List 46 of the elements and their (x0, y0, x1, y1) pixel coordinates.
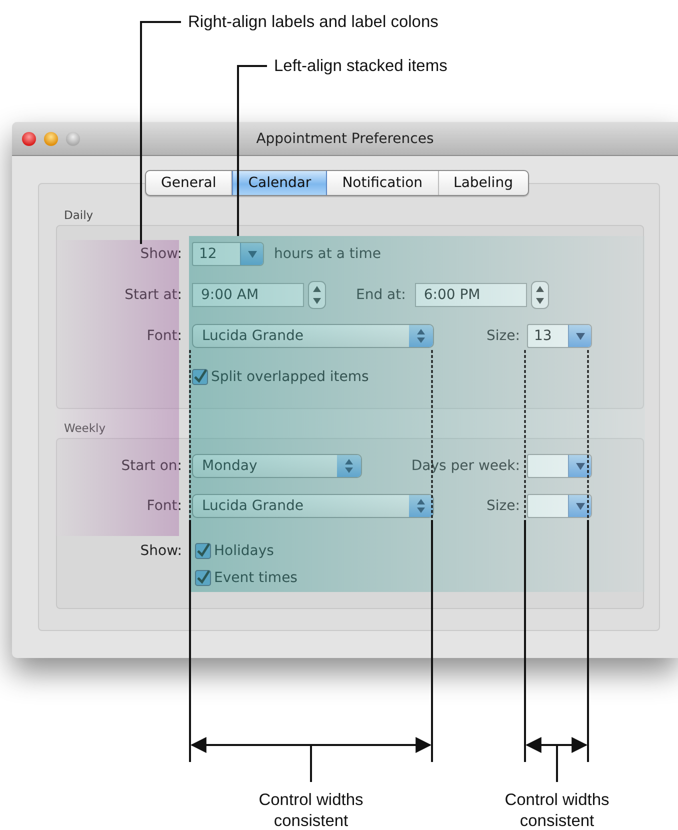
tab[interactable]: Calendar (232, 171, 328, 195)
down-arrow-icon (248, 250, 256, 258)
up-down-arrows-icon (345, 459, 353, 473)
checkbox[interactable]: Split overlapped items (192, 366, 369, 388)
up-down-arrows-icon (417, 499, 425, 513)
dimension-text: Control widths consistent (258, 790, 364, 830)
dimension-text: Control widths consistent (504, 790, 610, 830)
field-label: Font: (146, 498, 182, 514)
combo-box[interactable] (527, 494, 592, 518)
popup-button[interactable]: Lucida Grande (192, 494, 434, 518)
close-button[interactable] (22, 132, 36, 146)
field-suffix: hours at a time (274, 246, 381, 262)
time-field[interactable]: 6:00 PM (414, 283, 527, 307)
field-label: End at: (356, 287, 406, 303)
leader-line (310, 746, 312, 782)
combo-box[interactable]: 13 (527, 324, 592, 348)
callout-text: Left-align stacked items (274, 56, 448, 77)
section-title: Daily (64, 208, 94, 222)
tab[interactable]: Labeling (438, 171, 528, 195)
down-arrow-icon (576, 462, 584, 470)
stepper-control[interactable] (530, 281, 549, 309)
time-field[interactable]: 9:00 AM (192, 283, 304, 307)
popup-button[interactable]: Lucida Grande (192, 324, 434, 348)
field-label: Start at: (124, 287, 182, 303)
window-title: Appointment Preferences (256, 130, 434, 146)
field-label: Font: (146, 328, 182, 344)
checkbox[interactable]: Holidays (195, 540, 298, 562)
checkbox[interactable]: Event times (195, 567, 298, 589)
stepper-control[interactable] (308, 281, 326, 309)
tab[interactable]: Notification (327, 171, 439, 195)
section-title: Weekly (64, 421, 106, 435)
field-label: Size: (486, 498, 520, 514)
popup-button[interactable]: Monday (192, 454, 362, 478)
field-label: Size: (486, 328, 520, 344)
field-label: Start on: (120, 458, 182, 474)
field-label: Days per week: (410, 458, 520, 474)
callout-text: Right-align labels and label colons (188, 12, 438, 33)
down-arrow-icon (576, 502, 584, 510)
combo-box[interactable]: 12 (192, 242, 264, 266)
field-label: Show: (139, 246, 182, 262)
leader-line (556, 746, 558, 782)
down-arrow-icon (576, 332, 584, 340)
dimension-arrow (525, 737, 588, 753)
field-label: Show: (139, 542, 182, 561)
combo-box[interactable] (527, 454, 592, 478)
up-down-arrows-icon (417, 329, 425, 343)
